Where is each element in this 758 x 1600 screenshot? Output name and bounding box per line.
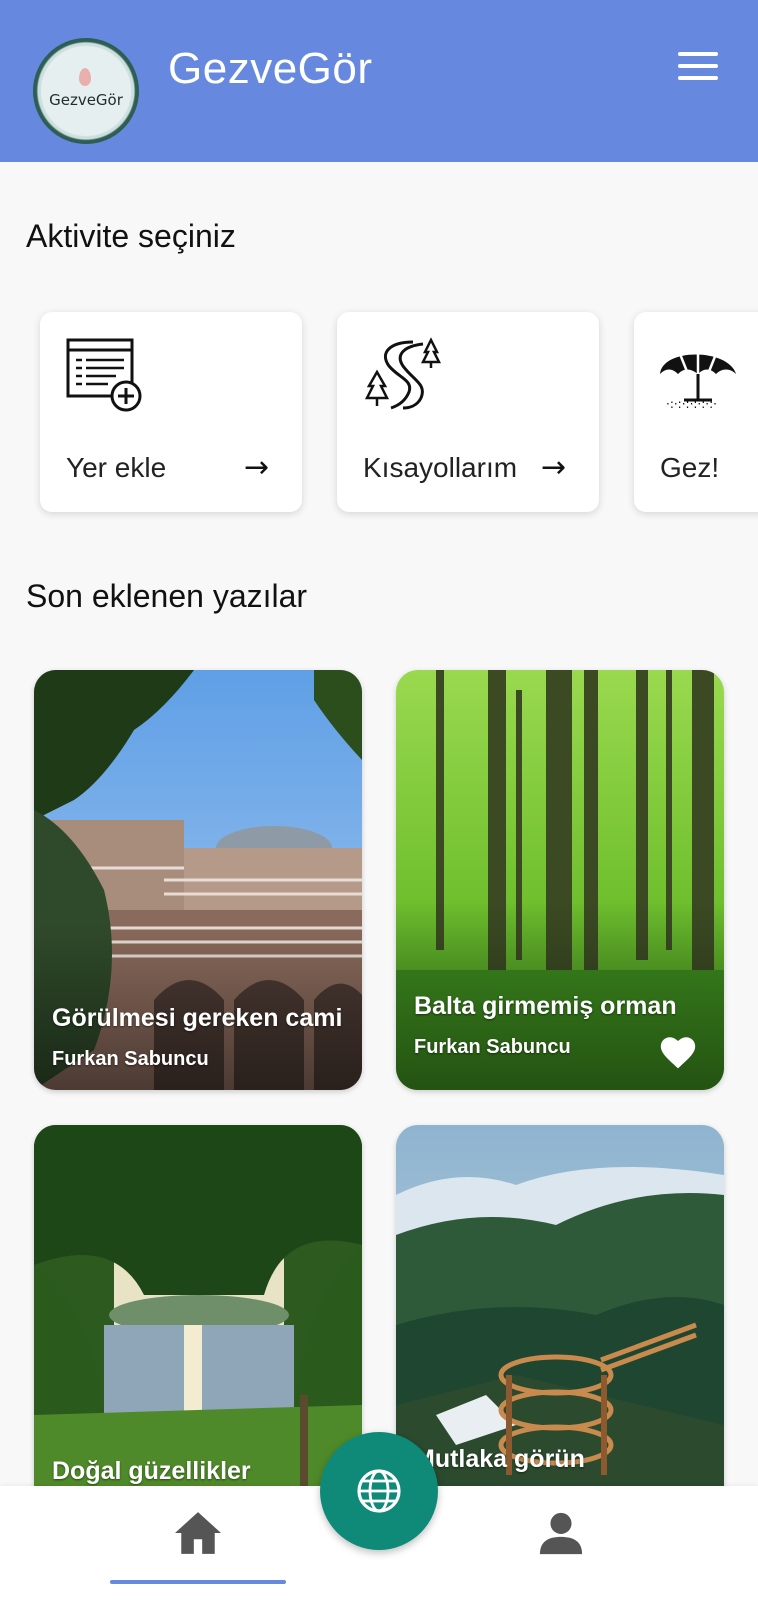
globe-icon (357, 1469, 401, 1513)
hamburger-menu-icon[interactable] (678, 52, 718, 82)
post-image-mountain-walkway (396, 1125, 724, 1545)
post-card[interactable]: Mutlaka görün (396, 1125, 724, 1545)
post-title: Görülmesi gereken cami (52, 1004, 343, 1032)
post-card[interactable]: Balta girmemiş orman Furkan Sabuncu (396, 670, 724, 1090)
app-header: GezveGör GezveGör (0, 0, 758, 162)
arrow-right-icon: → (244, 450, 270, 485)
svg-text:·:·:·:·:·:·:·: ·:·:·:·:·:·:· (666, 397, 717, 411)
heart-icon[interactable] (658, 1034, 698, 1070)
person-icon (539, 1512, 583, 1555)
flame-icon (79, 68, 91, 86)
nav-active-indicator (110, 1580, 286, 1584)
app-logo[interactable]: GezveGör (33, 38, 139, 144)
post-card[interactable]: Görülmesi gereken cami Furkan Sabuncu (34, 670, 362, 1090)
beach-umbrella-icon: ·:·:·:·:·:·:· (660, 350, 736, 411)
activities-title: Aktivite seçiniz (26, 218, 236, 254)
arrow-right-icon: → (541, 450, 567, 485)
activity-label: Gez! (660, 452, 720, 483)
app-title: GezveGör (168, 44, 373, 93)
home-icon (175, 1512, 221, 1554)
activity-label: Kısayollarım (363, 452, 518, 483)
add-place-list-icon (66, 338, 142, 412)
nav-profile[interactable] (520, 1486, 620, 1586)
nav-home[interactable] (110, 1486, 286, 1586)
activity-card-explore[interactable]: ·:·:·:·:·:·:· Gez! (634, 312, 758, 512)
activity-card-shortcuts[interactable]: Kısayollarım → (337, 312, 599, 512)
posts-title: Son eklenen yazılar (26, 578, 308, 614)
post-title: Doğal güzellikler (52, 1457, 251, 1485)
explore-fab-button[interactable] (320, 1432, 438, 1550)
post-image-forest (396, 670, 724, 1090)
post-author: Furkan Sabuncu (52, 1048, 209, 1070)
post-card[interactable]: Doğal güzellikler (34, 1125, 362, 1545)
winding-road-trees-icon (364, 337, 441, 410)
logo-text: GezveGör (49, 91, 123, 109)
activity-card-add-place[interactable]: Yer ekle → (40, 312, 302, 512)
activity-label: Yer ekle (66, 452, 167, 483)
post-title: Balta girmemiş orman (414, 992, 677, 1020)
post-title: Mutlaka görün (414, 1445, 585, 1473)
post-author: Furkan Sabuncu (414, 1036, 571, 1058)
